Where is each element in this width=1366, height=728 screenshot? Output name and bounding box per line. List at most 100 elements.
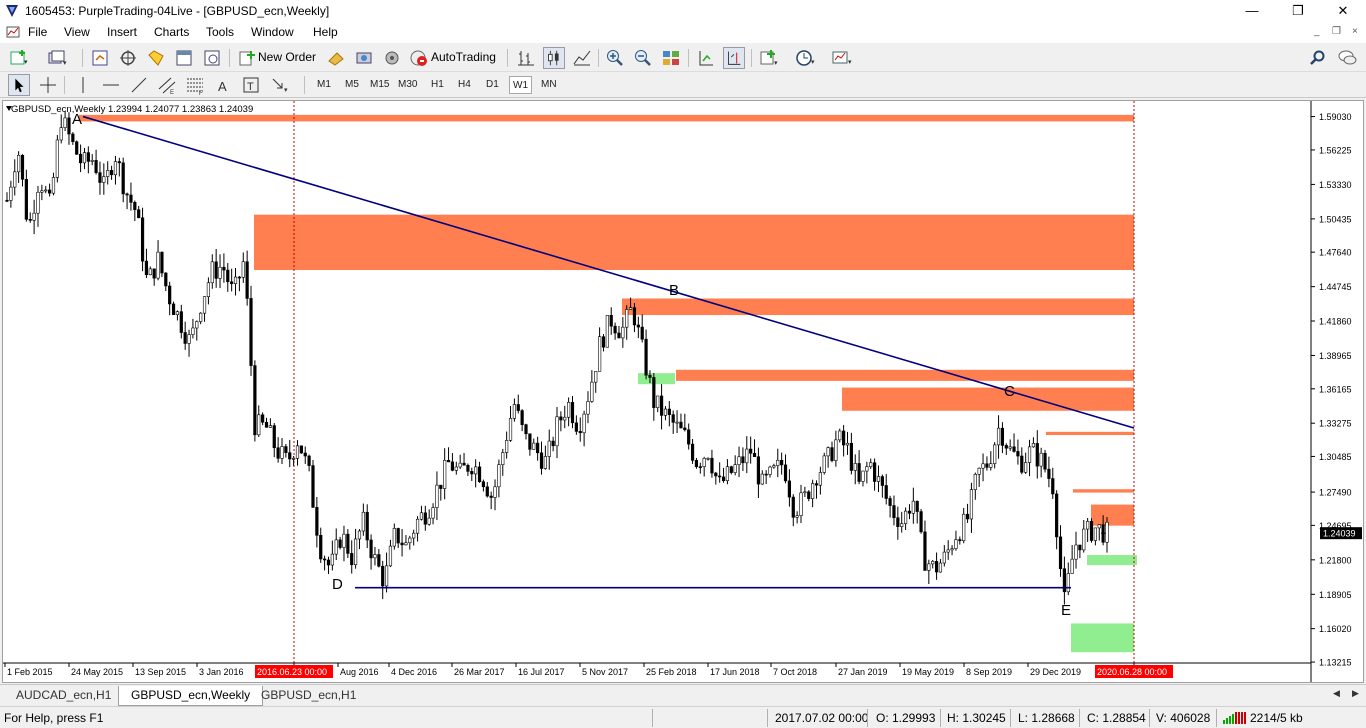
tab-scroll-left-icon[interactable]: ◀ <box>1333 688 1340 699</box>
candle-body <box>268 425 272 428</box>
connection-status-icon[interactable] <box>1223 712 1247 724</box>
new-chart-icon[interactable]: ▾ <box>8 47 30 69</box>
close-button[interactable]: ✕ <box>1320 0 1366 22</box>
candle-body <box>32 212 36 221</box>
new-order-button[interactable]: New Order <box>258 50 316 64</box>
text-label-icon[interactable]: T <box>240 74 262 96</box>
maximize-button[interactable]: ❐ <box>1275 0 1321 22</box>
svg-text:▾: ▾ <box>24 59 28 66</box>
menu-charts[interactable]: Charts <box>154 25 189 39</box>
autoscroll-icon[interactable] <box>695 47 717 69</box>
cursor-icon[interactable] <box>8 74 30 96</box>
timeframe-h4[interactable]: H4 <box>455 76 474 94</box>
terminal-icon[interactable] <box>173 47 195 69</box>
timeframe-d1[interactable]: D1 <box>483 76 502 94</box>
svg-text:▾: ▾ <box>774 60 778 67</box>
templates-icon[interactable]: ▾ <box>831 47 853 69</box>
candle-body <box>892 505 896 519</box>
timeframe-m1[interactable]: M1 <box>314 76 334 94</box>
candle-body <box>570 402 575 424</box>
zoom-in-icon[interactable] <box>604 47 626 69</box>
bar-chart-icon[interactable] <box>515 47 537 69</box>
autotrading-icon[interactable] <box>408 47 430 69</box>
trendline-icon[interactable] <box>128 74 150 96</box>
candle-body <box>803 491 807 494</box>
minimize-button[interactable]: — <box>1229 0 1275 22</box>
arrows-icon[interactable]: ▾ <box>268 74 290 96</box>
candle-body <box>915 500 919 512</box>
signals-icon[interactable] <box>353 47 375 69</box>
menu-tools[interactable]: Tools <box>206 25 234 39</box>
candle-body <box>323 558 327 561</box>
search-icon[interactable] <box>1307 47 1329 69</box>
navigator-icon[interactable] <box>117 47 139 69</box>
tab-gbpusd-weekly[interactable]: GBPUSD_ecn,Weekly <box>118 686 264 706</box>
timeframe-m30[interactable]: M30 <box>395 76 420 94</box>
data-window-icon[interactable] <box>145 47 167 69</box>
menu-help[interactable]: Help <box>313 25 338 39</box>
candle-body <box>307 455 311 466</box>
market-icon[interactable] <box>381 47 403 69</box>
market-watch-icon[interactable] <box>89 47 111 69</box>
drawing-timeframe-toolbar: E F A T ▾ M1 M5 M15 M30 H1 H4 D1 W1 MN <box>0 72 1366 98</box>
candle-body <box>1027 446 1032 463</box>
autotrading-button[interactable]: AutoTrading <box>431 50 496 64</box>
mdi-minimize-button[interactable]: _ <box>1314 26 1320 37</box>
x-tick-label: 7 Oct 2018 <box>773 667 817 677</box>
point-label-b: B <box>669 282 679 299</box>
candle-body <box>164 272 168 287</box>
periods-icon[interactable]: ▾ <box>794 47 816 69</box>
timeframe-m15[interactable]: M15 <box>367 76 392 94</box>
menu-insert[interactable]: Insert <box>107 25 137 39</box>
candle-body <box>392 528 396 547</box>
chart-window[interactable]: ABCDE 1.59030 1.56225 1.53330 1.50435 1.4764… <box>2 100 1364 683</box>
candlestick-icon[interactable] <box>543 47 565 69</box>
timeframe-mn[interactable]: MN <box>538 76 560 94</box>
menu-file[interactable]: File <box>28 25 47 39</box>
strategy-tester-icon[interactable] <box>201 47 223 69</box>
chart-shift-icon[interactable] <box>723 47 745 69</box>
chat-icon[interactable] <box>1336 47 1358 69</box>
x-tick-label: 27 Jan 2019 <box>838 667 888 677</box>
zoom-out-icon[interactable] <box>632 47 654 69</box>
equidistant-channel-icon[interactable]: E <box>156 74 178 96</box>
tab-audcad-h1[interactable]: AUDCAD_ecn,H1 <box>4 686 123 706</box>
chart-window-icon[interactable] <box>6 25 20 39</box>
mdi-restore-button[interactable]: ❐ <box>1332 26 1341 37</box>
candle-body <box>113 161 118 176</box>
menu-window[interactable]: Window <box>251 25 294 39</box>
profiles-icon[interactable]: ▾ <box>46 47 68 69</box>
status-help: For Help, press F1 <box>4 711 104 725</box>
line-chart-icon[interactable] <box>571 47 593 69</box>
metaeditor-icon[interactable] <box>325 47 347 69</box>
candle-body <box>446 460 451 463</box>
candle-body <box>659 395 664 416</box>
tile-windows-icon[interactable] <box>660 47 682 69</box>
crosshair-icon[interactable] <box>37 74 59 96</box>
tab-gbpusd-h1[interactable]: GBPUSD_ecn,H1 <box>249 686 368 706</box>
candle-body <box>954 539 958 549</box>
new-order-icon[interactable] <box>236 47 258 69</box>
text-icon[interactable]: A <box>212 74 234 96</box>
candle-body <box>1047 468 1051 479</box>
vertical-line-icon[interactable] <box>72 74 94 96</box>
candle-body <box>745 448 749 464</box>
mdi-close-button[interactable]: × <box>1352 26 1358 37</box>
price-chart[interactable]: ABCDE 1.590301.562251.533301.504351.4764… <box>3 101 1363 682</box>
candle-body <box>462 462 466 466</box>
timeframe-h1[interactable]: H1 <box>428 76 447 94</box>
y-tick-label: 1.59030 <box>1319 112 1352 122</box>
horizontal-line-icon[interactable] <box>100 74 122 96</box>
candle-body <box>295 445 300 459</box>
timeframe-w1[interactable]: W1 <box>509 76 532 94</box>
indicators-icon[interactable]: ▾ <box>758 47 780 69</box>
candle-body <box>896 517 900 527</box>
candle-body <box>927 563 931 571</box>
tab-scroll-right-icon[interactable]: ▶ <box>1352 688 1359 699</box>
fibonacci-icon[interactable]: F <box>184 74 206 96</box>
candle-body <box>1043 452 1047 470</box>
timeframe-m5[interactable]: M5 <box>342 76 362 94</box>
chart-tabs: AUDCAD_ecn,H1 GBPUSD_ecn,Weekly GBPUSD_e… <box>0 684 1366 706</box>
menu-view[interactable]: View <box>64 25 90 39</box>
candle-body <box>636 324 640 328</box>
